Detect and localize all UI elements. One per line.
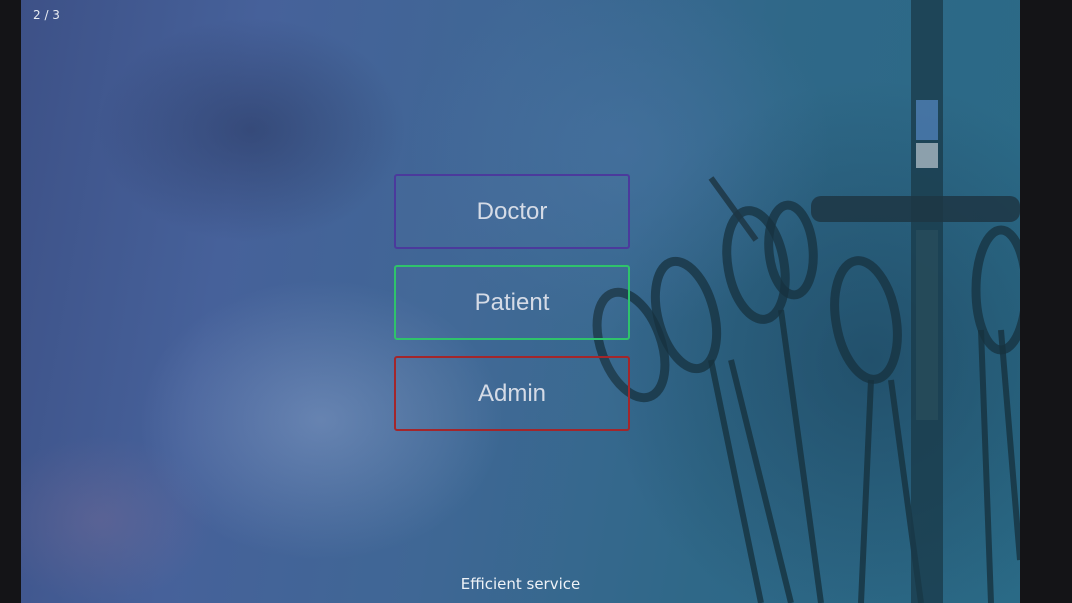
slide-counter: 2 / 3	[33, 8, 60, 22]
patient-button-label: Patient	[474, 288, 550, 316]
slide-caption: Efficient service	[460, 575, 581, 593]
doctor-button[interactable]: Doctor	[394, 174, 630, 249]
admin-button-label: Admin	[477, 379, 547, 407]
slideshow-slide: 2 / 3 Doctor Patient Admin Efficient ser…	[21, 0, 1020, 603]
doctor-button-label: Doctor	[476, 197, 548, 225]
admin-button[interactable]: Admin	[394, 356, 630, 431]
patient-button[interactable]: Patient	[394, 265, 630, 340]
